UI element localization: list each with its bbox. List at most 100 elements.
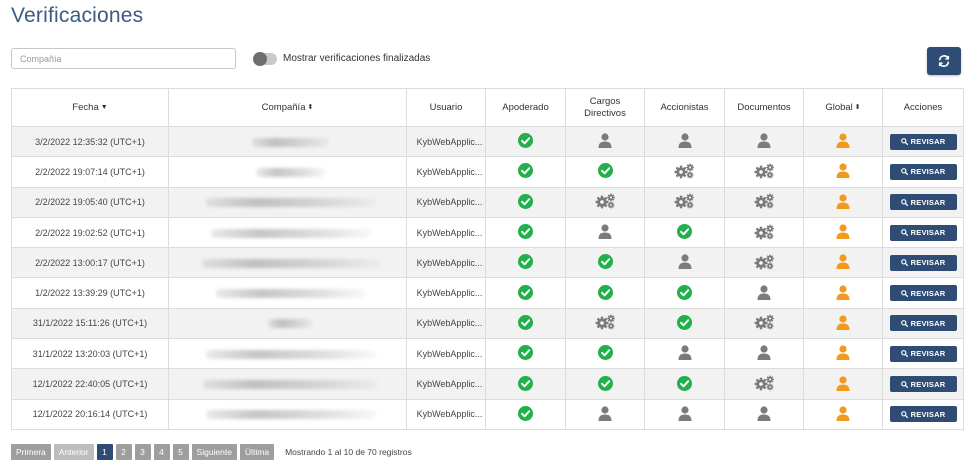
redacted-company-name: [210, 228, 371, 238]
usuario-cell: KybWebApplic...: [406, 125, 486, 158]
review-button[interactable]: REVISAR: [889, 315, 957, 332]
gears-icon: [754, 224, 774, 239]
apoderado-cell: [485, 125, 566, 158]
accionistas-cell: [644, 368, 725, 400]
cargos-cell: [565, 156, 645, 188]
pagination-first-button[interactable]: Primera: [11, 444, 51, 460]
user-icon: [678, 406, 691, 421]
review-button[interactable]: REVISAR: [889, 254, 957, 271]
global-cell: [803, 338, 883, 370]
apoderado-cell: [485, 398, 566, 430]
documentos-cell: [724, 216, 804, 249]
accionistas-cell: [644, 247, 725, 279]
column-header-fecha[interactable]: Fecha ▼: [11, 88, 169, 127]
accionistas-cell: [644, 125, 725, 158]
company-cell-redacted: [168, 156, 407, 188]
user-icon: [757, 285, 771, 300]
pagination-page-3[interactable]: 3: [134, 444, 151, 460]
company-search-input[interactable]: [11, 48, 236, 69]
user-icon: [757, 406, 771, 421]
pagination-page-5[interactable]: 5: [172, 444, 189, 460]
cargos-cell: [565, 125, 645, 158]
check-circle-icon: [518, 314, 533, 330]
company-cell-redacted: [168, 247, 407, 279]
company-cell-redacted: [168, 338, 407, 370]
cargos-cell: [565, 307, 645, 340]
documentos-cell: [724, 125, 804, 158]
check-circle-icon: [518, 345, 533, 361]
refresh-button[interactable]: [927, 47, 961, 75]
search-icon: [900, 168, 908, 176]
show-finished-toggle[interactable]: [253, 52, 277, 66]
fecha-cell: 31/1/2022 13:20:03 (UTC+1): [11, 338, 169, 370]
column-header-apoderado: Apoderado: [485, 88, 566, 127]
check-circle-icon: [677, 375, 692, 391]
apoderado-cell: [485, 216, 566, 249]
cargos-cell: [565, 277, 645, 309]
pagination-next-button[interactable]: Siguiente: [191, 444, 237, 460]
pagination-prev-button[interactable]: Anterior: [53, 444, 94, 460]
pagination-last-button[interactable]: Última: [239, 444, 275, 460]
review-button[interactable]: REVISAR: [889, 224, 957, 241]
company-cell-redacted: [168, 368, 407, 400]
show-finished-label: Mostrar verificaciones finalizadas: [283, 53, 431, 64]
user-warning-icon: [836, 194, 850, 209]
column-header-acciones: Acciones: [882, 88, 964, 127]
check-circle-icon: [597, 284, 613, 300]
pagination-page-4[interactable]: 4: [153, 444, 170, 460]
review-button[interactable]: REVISAR: [889, 285, 957, 302]
acciones-cell: REVISAR: [882, 156, 964, 188]
user-warning-icon: [836, 133, 850, 149]
documentos-cell: [724, 368, 804, 400]
accionistas-cell: [644, 277, 725, 309]
usuario-cell: KybWebApplic...: [406, 156, 486, 188]
check-circle-icon: [518, 405, 533, 421]
user-warning-icon: [836, 163, 850, 179]
column-header-global[interactable]: Global ⬍: [803, 88, 883, 127]
pagination-page-2[interactable]: 2: [115, 444, 132, 460]
review-button[interactable]: REVISAR: [889, 163, 957, 180]
toggle-knob: [253, 52, 267, 66]
gears-icon: [754, 163, 774, 179]
user-warning-icon: [836, 375, 850, 391]
review-button[interactable]: REVISAR: [889, 133, 957, 150]
review-button[interactable]: REVISAR: [889, 194, 957, 211]
review-button[interactable]: REVISAR: [889, 376, 957, 393]
search-icon: [900, 259, 908, 267]
usuario-cell: KybWebApplic...: [406, 398, 486, 430]
acciones-cell: REVISAR: [882, 277, 964, 309]
accionistas-cell: [644, 186, 725, 218]
company-cell-redacted: [168, 125, 407, 158]
table-row: 12/1/2022 22:40:05 (UTC+1) KybWebApplic..…: [11, 368, 964, 400]
search-icon: [900, 350, 908, 358]
global-cell: [803, 216, 883, 249]
redacted-company-name: [205, 349, 376, 359]
pagination-page-1[interactable]: 1: [96, 444, 113, 460]
acciones-cell: REVISAR: [882, 216, 964, 249]
search-icon: [900, 380, 908, 388]
user-warning-icon: [836, 406, 850, 421]
table-row: 2/2/2022 19:02:52 (UTC+1) KybWebApplic...…: [11, 216, 964, 249]
documentos-cell: [724, 247, 804, 279]
redacted-company-name: [201, 258, 380, 268]
fecha-cell: 12/1/2022 22:40:05 (UTC+1): [11, 368, 169, 400]
review-button[interactable]: REVISAR: [889, 406, 957, 423]
gears-icon: [754, 375, 774, 391]
table-row: 2/2/2022 19:07:14 (UTC+1) KybWebApplic...…: [11, 156, 964, 188]
review-button[interactable]: REVISAR: [889, 345, 957, 362]
company-cell-redacted: [168, 216, 407, 249]
verifications-table: Fecha ▼ Compañía ⬍ Usuario Apoderado Cargo…: [11, 88, 964, 430]
table-row: 31/1/2022 13:20:03 (UTC+1) KybWebApplic..…: [11, 338, 964, 370]
user-warning-icon: [836, 254, 850, 270]
fecha-cell: 12/1/2022 20:16:14 (UTC+1): [11, 398, 169, 430]
documentos-cell: [724, 307, 804, 340]
table-row: 1/2/2022 13:39:29 (UTC+1) KybWebApplic...…: [11, 277, 964, 309]
accionistas-cell: [644, 216, 725, 249]
page-title: Verificaciones: [11, 4, 144, 27]
check-circle-icon: [677, 284, 692, 300]
apoderado-cell: [485, 247, 566, 279]
search-icon: [900, 289, 908, 297]
acciones-cell: REVISAR: [882, 368, 964, 400]
column-header-compania[interactable]: Compañía ⬍: [168, 88, 407, 127]
table-row: 3/2/2022 12:35:32 (UTC+1) KybWebApplic...…: [11, 125, 964, 158]
